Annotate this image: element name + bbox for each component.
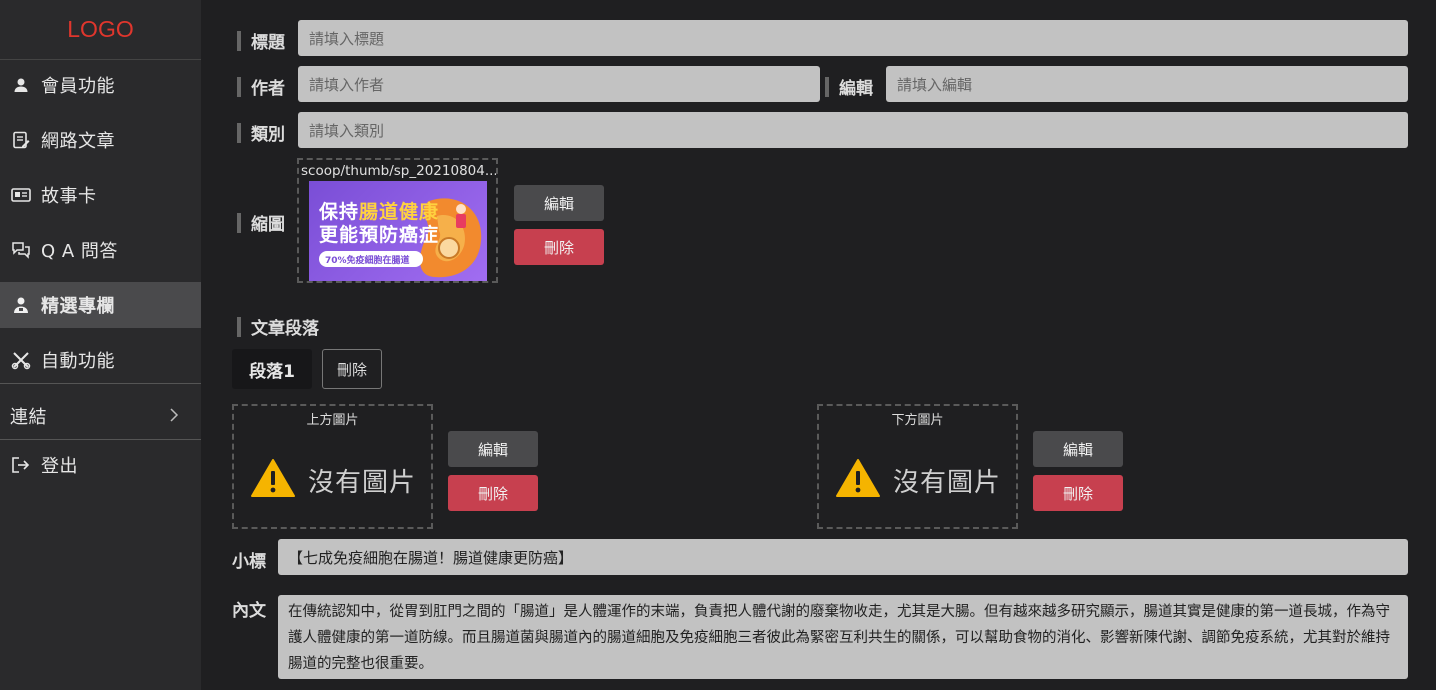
label-text: 縮圖: [251, 215, 285, 235]
thumbnail-delete-button[interactable]: 刪除: [514, 229, 604, 265]
no-image-placeholder: 沒有圖片: [835, 458, 1001, 502]
tools-icon: [11, 350, 31, 370]
person-badge-icon: [11, 295, 31, 315]
id-card-icon: [11, 185, 31, 205]
thumbnail-path: scoop/thumb/sp_20210804....: [301, 163, 496, 179]
sidebar: LOGO 會員功能 網路文章 故事卡 Q A 問答 精選專欄 自動功能 連結 登…: [0, 0, 201, 690]
bottom-image-box: 下方圖片 沒有圖片: [817, 404, 1018, 529]
sidebar-item-label: Q A 問答: [41, 241, 118, 262]
content-label: 內文: [232, 601, 266, 621]
sidebar-item-label: 登出: [41, 456, 78, 477]
editor-input[interactable]: 請填入編輯: [886, 66, 1408, 102]
thumbnail-preview: scoop/thumb/sp_20210804.... 保持腸道健康 更能預防癌…: [297, 158, 498, 283]
label-bar: [237, 76, 241, 97]
logo: LOGO: [0, 0, 201, 60]
label-bar: [237, 212, 241, 233]
thumbnail-label: 縮圖: [237, 210, 285, 235]
sidebar-item-qa[interactable]: Q A 問答: [0, 227, 201, 273]
sidebar-item-articles[interactable]: 網路文章: [0, 117, 201, 163]
sidebar-item-label: 會員功能: [41, 76, 115, 97]
top-image-caption: 上方圖片: [306, 413, 359, 428]
subtitle-input[interactable]: 【七成免疫細胞在腸道！腸道健康更防癌】: [278, 539, 1408, 575]
paragraph-delete-button[interactable]: 刪除: [322, 349, 382, 389]
edit-note-icon: [11, 130, 31, 150]
label-bar: [237, 30, 241, 51]
no-image-placeholder: 沒有圖片: [250, 458, 416, 502]
section-title: 文章段落: [237, 314, 319, 339]
chat-bubbles-icon: [11, 240, 31, 260]
main-content: 標題 請填入標題 作者 請填入作者 編輯 請填入編輯 類別 請填入類別 縮圖 s…: [201, 0, 1436, 690]
bottom-image-edit-button[interactable]: 編輯: [1033, 431, 1123, 467]
top-image-delete-button[interactable]: 刪除: [448, 475, 538, 511]
chevron-right-icon: [169, 407, 179, 426]
thumbnail-edit-button[interactable]: 編輯: [514, 185, 604, 221]
sidebar-item-automation[interactable]: 自動功能: [0, 337, 201, 383]
warning-icon: [835, 458, 881, 502]
sidebar-item-label: 連結: [10, 407, 47, 428]
label-bar: [825, 76, 829, 97]
label-text: 文章段落: [251, 319, 319, 339]
label-text: 類別: [251, 125, 285, 145]
title-input[interactable]: 請填入標題: [298, 20, 1408, 56]
label-text: 標題: [251, 33, 285, 53]
top-image-box: 上方圖片 沒有圖片: [232, 404, 433, 529]
label-bar: [237, 122, 241, 143]
content-textarea[interactable]: 在傳統認知中，從胃到肛門之間的「腸道」是人體運作的末端，負責把人體代謝的廢棄物收…: [278, 595, 1408, 679]
label-text: 作者: [251, 79, 285, 99]
sidebar-item-links[interactable]: 連結: [0, 393, 201, 439]
sidebar-item-story-card[interactable]: 故事卡: [0, 172, 201, 218]
bottom-image-caption: 下方圖片: [891, 413, 944, 428]
author-label: 作者: [237, 74, 285, 99]
label-bar: [237, 316, 241, 337]
user-icon: [11, 75, 31, 95]
editor-label: 編輯: [825, 74, 873, 99]
sidebar-item-label: 自動功能: [41, 351, 115, 372]
category-input[interactable]: 請填入類別: [298, 112, 1408, 148]
bottom-image-delete-button[interactable]: 刪除: [1033, 475, 1123, 511]
label-text: 編輯: [839, 79, 873, 99]
sidebar-item-logout[interactable]: 登出: [0, 442, 201, 488]
no-image-text: 沒有圖片: [308, 467, 417, 498]
no-image-text: 沒有圖片: [893, 467, 1002, 498]
sidebar-item-members[interactable]: 會員功能: [0, 62, 201, 108]
divider: [0, 439, 201, 440]
thumb-pill-text: 70%免疫細胞在腸道: [325, 256, 410, 266]
logout-icon: [11, 455, 31, 475]
thumb-text: 更能預防癌症: [319, 224, 440, 246]
sidebar-item-label: 精選專欄: [41, 296, 115, 317]
category-label: 類別: [237, 120, 285, 145]
divider: [0, 383, 201, 384]
title-label: 標題: [237, 28, 285, 53]
warning-icon: [250, 458, 296, 502]
sidebar-item-featured-columns[interactable]: 精選專欄: [0, 282, 201, 328]
sidebar-item-label: 故事卡: [41, 186, 97, 207]
thumbnail-image: 保持腸道健康 更能預防癌症 70%免疫細胞在腸道: [309, 181, 487, 281]
sidebar-item-label: 網路文章: [41, 131, 115, 152]
subtitle-label: 小標: [232, 552, 266, 572]
top-image-edit-button[interactable]: 編輯: [448, 431, 538, 467]
tab-paragraph-1[interactable]: 段落1: [232, 349, 312, 389]
author-input[interactable]: 請填入作者: [298, 66, 820, 102]
